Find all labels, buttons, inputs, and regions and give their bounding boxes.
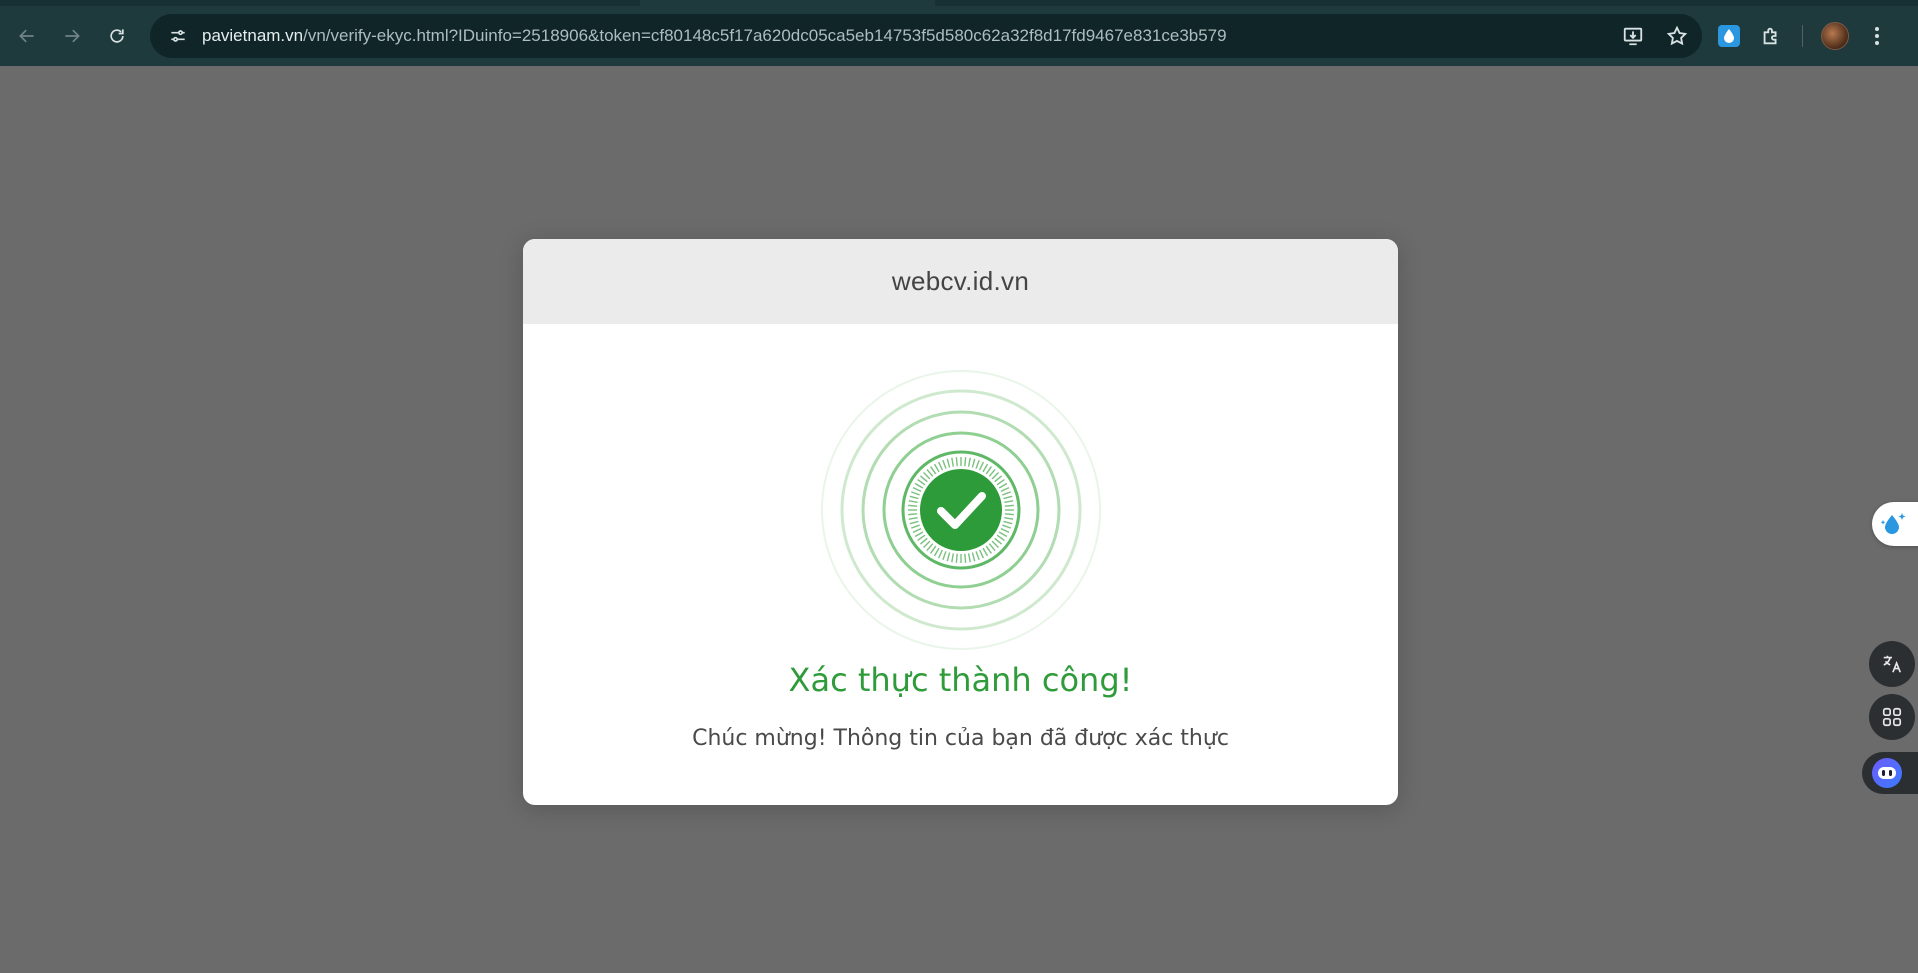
forward-button[interactable] — [52, 16, 92, 56]
apps-grid-button[interactable] — [1869, 694, 1915, 740]
profile-avatar[interactable] — [1821, 22, 1849, 50]
site-info-icon — [171, 30, 185, 42]
success-heading: Xác thực thành công! — [788, 661, 1133, 699]
extensions-area — [1718, 16, 1887, 56]
assistant-button[interactable] — [1862, 752, 1918, 794]
url-text[interactable]: pavietnam.vn/vn/verify-ekyc.html?IDuinfo… — [202, 26, 1227, 46]
success-message: Chúc mừng! Thông tin của bạn đã được xác… — [692, 726, 1229, 751]
url-path: /vn/verify-ekyc.html?IDuinfo=2518906&tok… — [303, 26, 1227, 45]
tab-strip-edge — [0, 0, 640, 6]
url-host: pavietnam.vn — [202, 26, 304, 45]
extensions-puzzle-icon[interactable] — [1758, 23, 1784, 49]
apps-grid-icon — [1882, 707, 1902, 727]
address-bar[interactable]: pavietnam.vn/vn/verify-ekyc.html?IDuinfo… — [150, 14, 1702, 58]
translate-icon — [1883, 655, 1902, 673]
verification-modal: webcv.id.vn Xác thực thành công! Chúc mừ… — [523, 239, 1398, 805]
forward-icon — [65, 29, 80, 43]
translate-button[interactable] — [1869, 641, 1915, 687]
back-icon — [19, 29, 34, 43]
toolbar-divider — [1802, 25, 1803, 47]
extension-drop-icon[interactable] — [1718, 25, 1740, 47]
modal-title: webcv.id.vn — [891, 266, 1030, 296]
address-bar-actions — [1622, 14, 1688, 58]
browser-toolbar: pavietnam.vn/vn/verify-ekyc.html?IDuinfo… — [0, 0, 1918, 66]
floating-drop-button[interactable] — [1872, 502, 1918, 546]
menu-kebab-icon[interactable] — [1867, 23, 1887, 49]
assistant-bot-icon — [1872, 758, 1902, 788]
modal-header: webcv.id.vn — [523, 239, 1398, 324]
back-button[interactable] — [7, 16, 47, 56]
drop-sparkle-icon — [1880, 513, 1906, 534]
success-check-icon — [821, 370, 1101, 650]
tab-strip-edge — [935, 0, 1918, 6]
reload-button[interactable] — [97, 16, 137, 56]
reload-icon — [110, 29, 124, 43]
install-app-icon[interactable] — [1622, 25, 1644, 47]
site-info-button[interactable] — [156, 14, 200, 58]
bookmark-star-icon[interactable] — [1666, 25, 1688, 47]
